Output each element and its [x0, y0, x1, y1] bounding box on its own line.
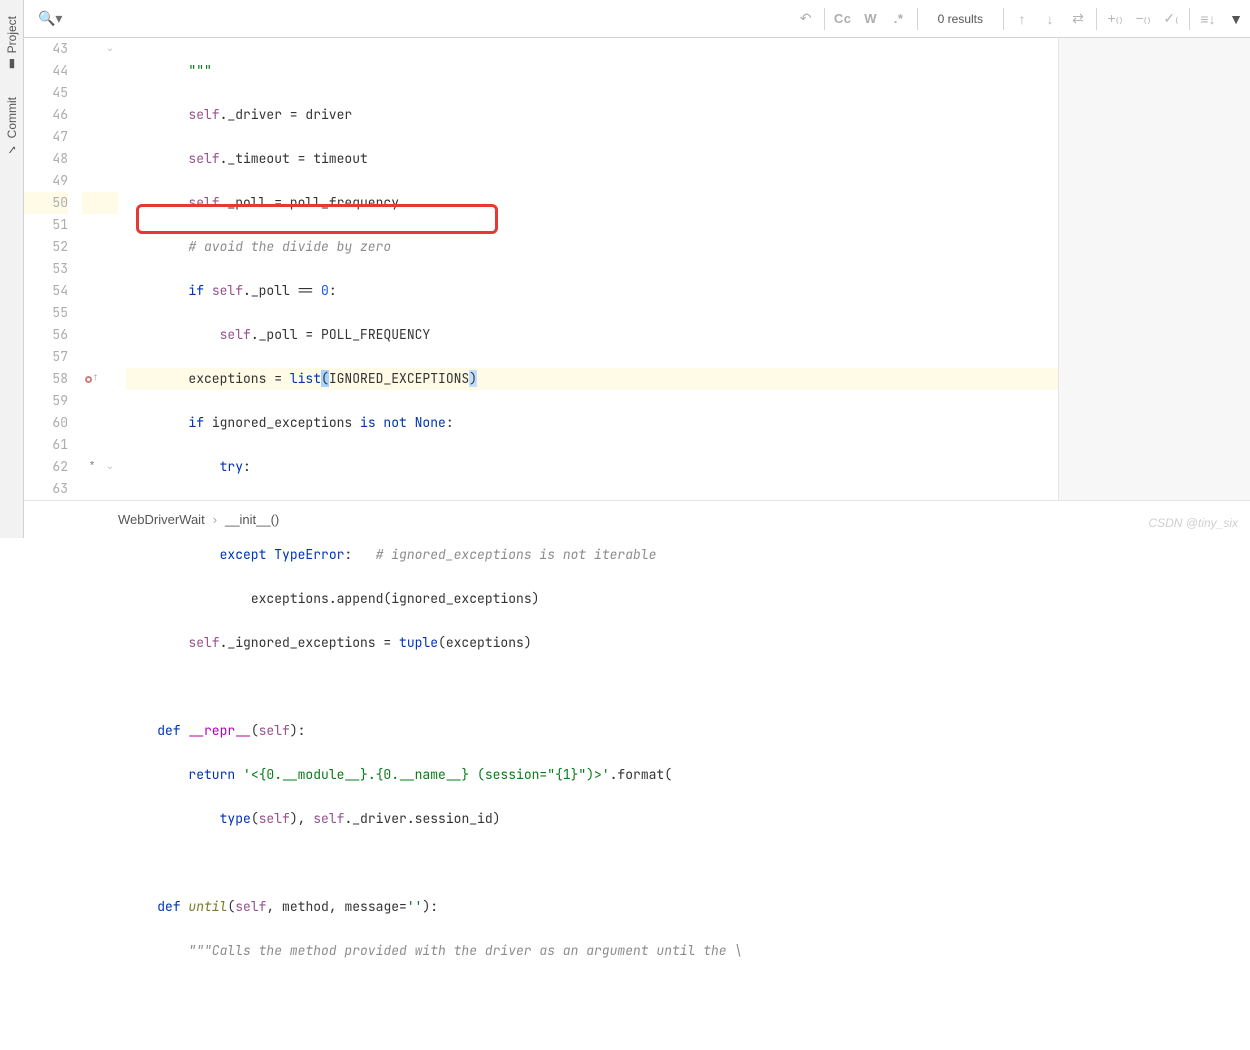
folder-icon: ▮: [5, 57, 19, 71]
select-occurrences-icon[interactable]: ✓₍: [1157, 0, 1185, 38]
remove-selection-icon[interactable]: −₍₎: [1129, 0, 1157, 38]
breadcrumb-bar: WebDriverWait › __init__(): [24, 500, 1250, 538]
separator: [917, 8, 918, 30]
commit-icon: ✓: [5, 143, 19, 157]
separator: [1003, 8, 1004, 30]
gutter-marks: ↑*: [82, 38, 102, 500]
rail-label: Commit: [5, 97, 19, 138]
code-editor[interactable]: 4344454647484950515253545556575859606162…: [24, 38, 1058, 500]
match-case-button[interactable]: Cc: [829, 0, 857, 38]
rail-tab-commit[interactable]: ✓ Commit: [5, 89, 19, 164]
select-all-icon[interactable]: ⇄: [1064, 0, 1092, 38]
breadcrumb-method[interactable]: __init__(): [225, 512, 279, 527]
settings-icon[interactable]: ≡↓: [1194, 0, 1222, 38]
left-tool-rail: ▮ Project ✓ Commit: [0, 0, 24, 538]
search-area: 🔍▾: [24, 0, 792, 37]
fold-column: ⌄⌄: [102, 38, 118, 500]
regex-button[interactable]: .*: [885, 0, 913, 38]
add-selection-icon[interactable]: +₍₎: [1101, 0, 1129, 38]
watermark: CSDN @tiny_six: [1148, 516, 1238, 530]
fold-handle-icon[interactable]: ⌄: [102, 38, 118, 60]
fold-handle-icon[interactable]: ⌄: [102, 456, 118, 478]
words-button[interactable]: W: [857, 0, 885, 38]
filter-icon[interactable]: ▼: [1222, 0, 1250, 38]
search-icon[interactable]: 🔍▾: [34, 10, 66, 27]
code-area[interactable]: """ self._driver = driver self._timeout …: [118, 38, 1058, 500]
search-input[interactable]: [66, 11, 366, 26]
toolbar-right: ↶ Cc W .* 0 results ↑ ↓ ⇄ +₍₎ −₍₎ ✓₍ ≡↓ …: [792, 0, 1250, 37]
breadcrumb-class[interactable]: WebDriverWait: [118, 512, 205, 527]
results-count: 0 results: [922, 12, 999, 26]
rail-tab-project[interactable]: ▮ Project: [5, 8, 19, 79]
rail-label: Project: [5, 16, 19, 53]
undo-icon[interactable]: ↶: [792, 0, 820, 38]
right-margin-panel: [1058, 38, 1250, 500]
separator: [1189, 8, 1190, 30]
chevron-right-icon: ›: [213, 512, 217, 527]
separator: [1096, 8, 1097, 30]
bookmark-icon: *: [82, 456, 102, 478]
find-toolbar: 🔍▾ ↶ Cc W .* 0 results ↑ ↓ ⇄ +₍₎ −₍₎ ✓₍ …: [24, 0, 1250, 38]
next-match-icon[interactable]: ↓: [1036, 0, 1064, 38]
line-number-gutter: 4344454647484950515253545556575859606162…: [24, 38, 82, 500]
override-marker-icon[interactable]: ↑: [82, 368, 102, 390]
prev-match-icon[interactable]: ↑: [1008, 0, 1036, 38]
separator: [824, 8, 825, 30]
